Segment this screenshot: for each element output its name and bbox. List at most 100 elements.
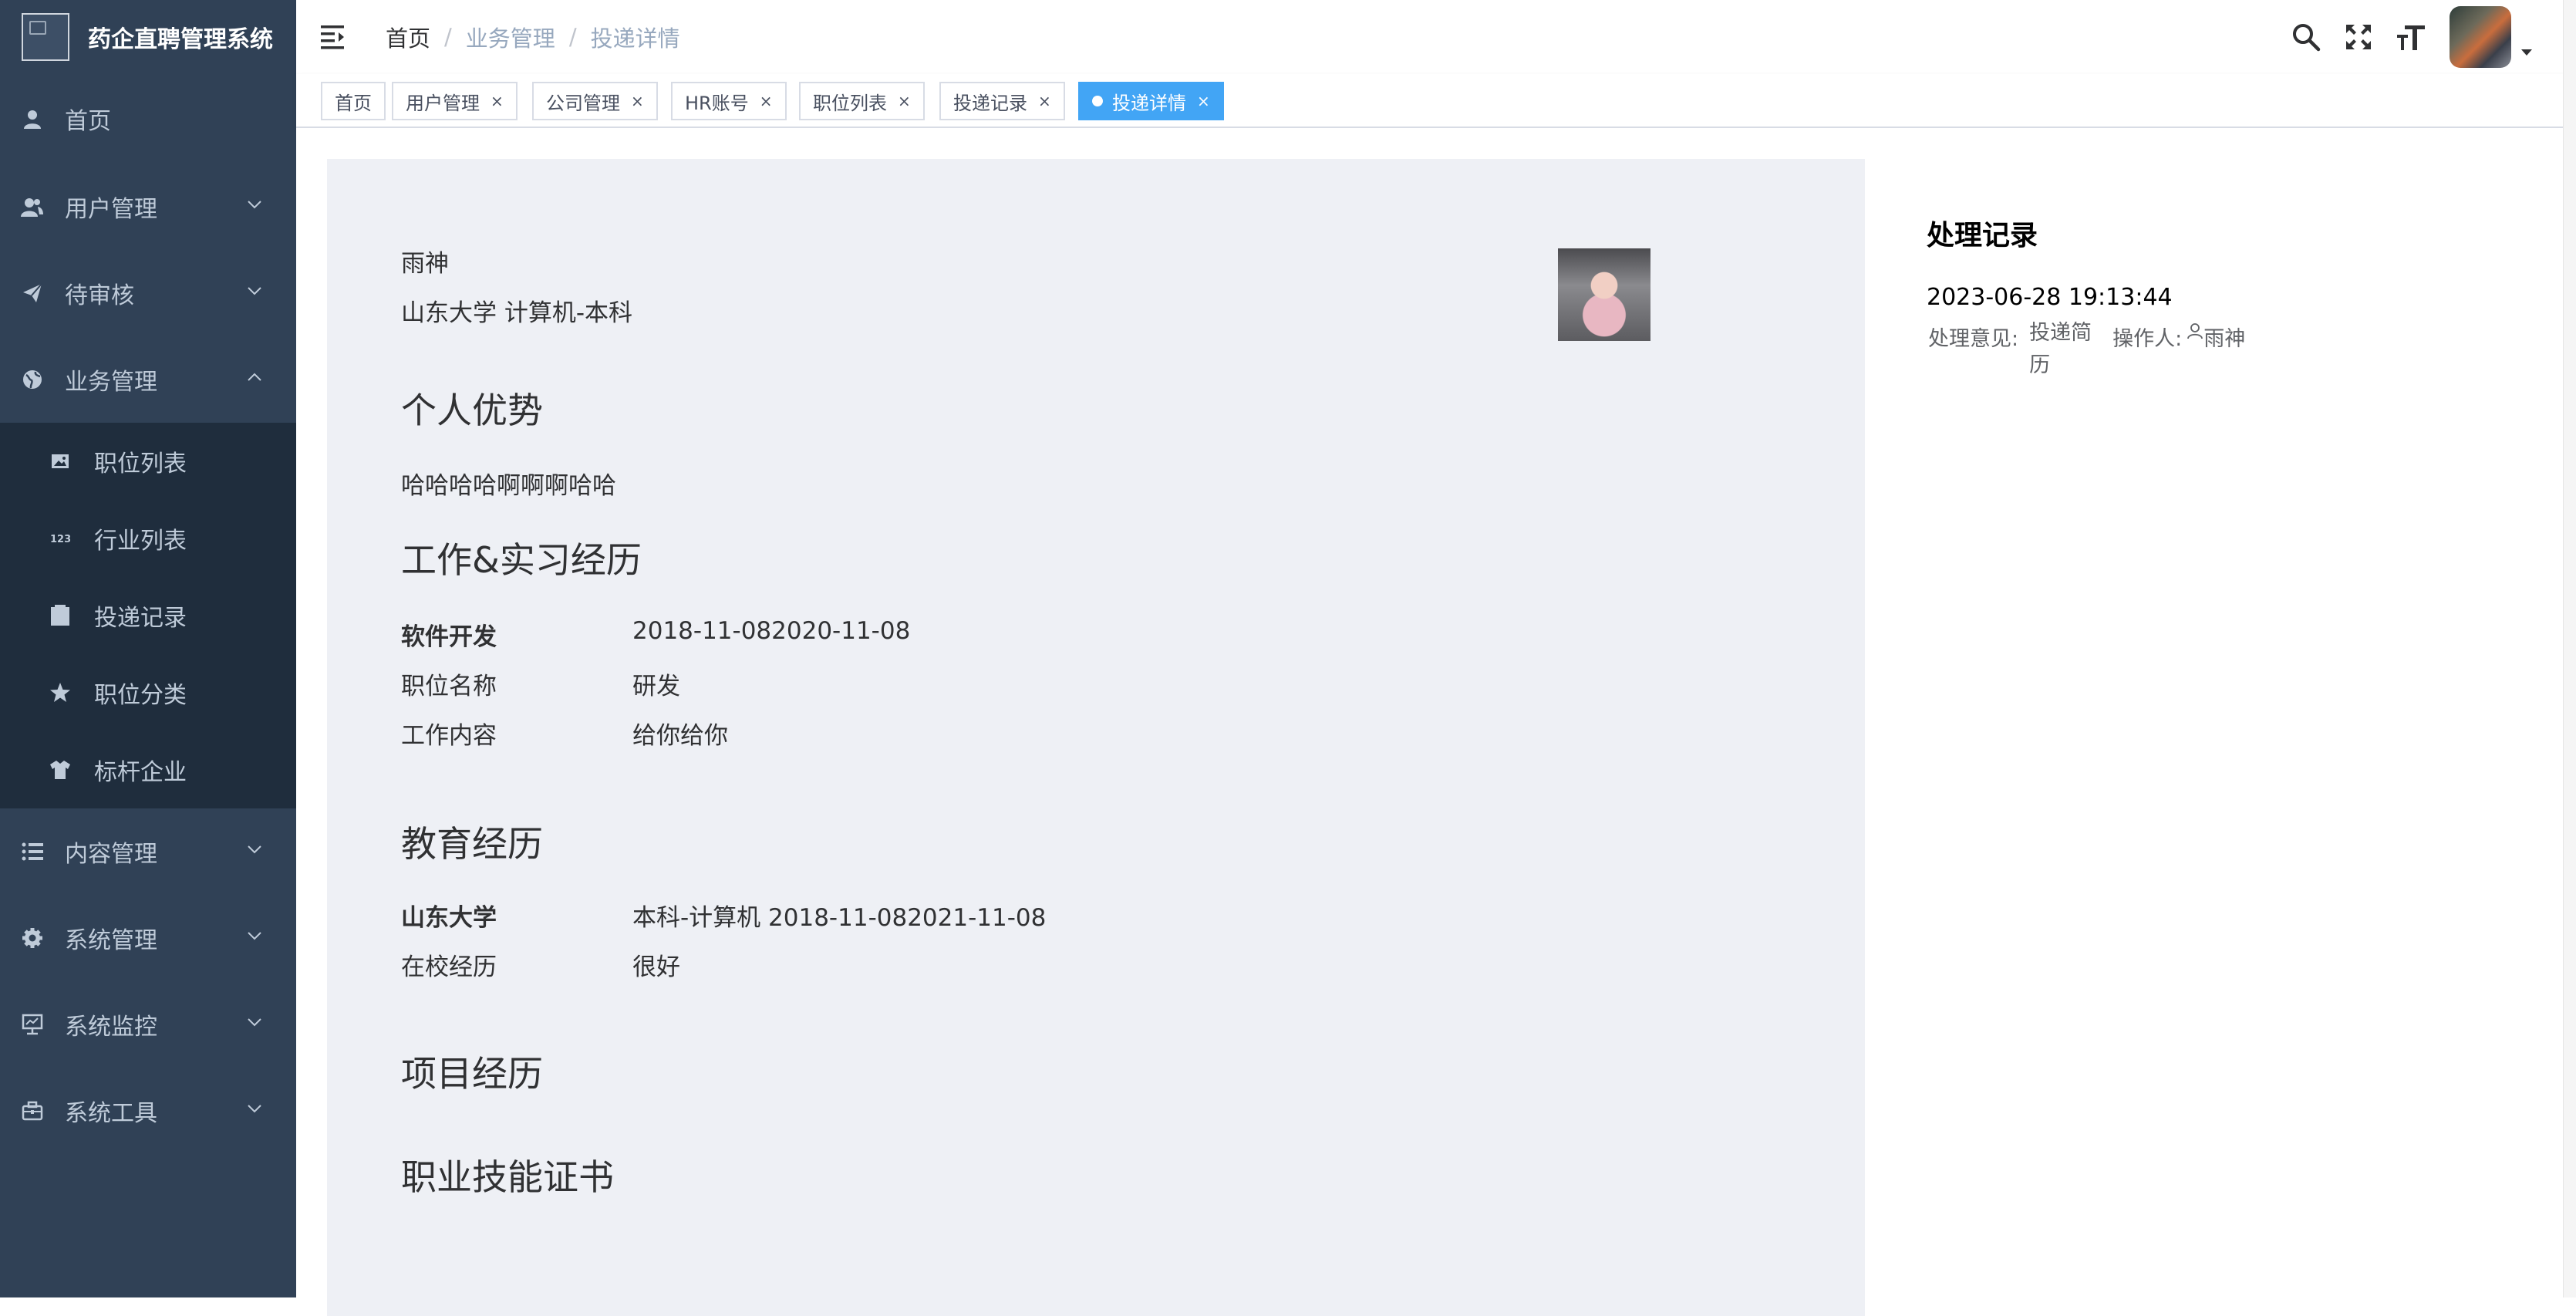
breadcrumb: 首页 / 业务管理 / 投递详情 — [386, 0, 680, 74]
svg-text:123: 123 — [50, 534, 70, 545]
list-icon — [15, 835, 49, 869]
sidebar-item-label: 系统工具 — [65, 1100, 157, 1127]
sidebar-item-label: 职位列表 — [94, 450, 187, 477]
sidebar-item-benchmark-company[interactable]: 标杆企业 — [0, 731, 296, 808]
sidebar-item-home[interactable]: 首页 — [0, 74, 296, 164]
fullscreen-icon[interactable] — [2342, 20, 2375, 54]
tag-home[interactable]: 首页 — [321, 82, 386, 120]
image-icon — [46, 447, 74, 475]
navbar-right — [2271, 0, 2533, 74]
tag-label: 职位列表 — [813, 92, 887, 114]
process-record: 处理记录 2023-06-28 19:13:44 处理意见: 投递简历 操作人:… — [1927, 213, 2281, 382]
breadcrumb-current: 投递详情 — [590, 25, 680, 52]
sidebar-item-job-list[interactable]: 职位列表 — [0, 423, 296, 500]
sidebar-item-pending[interactable]: 待审核 — [0, 250, 296, 336]
sidebar: 药企直聘管理系统 首页 用户管理 待审核 业务管理 职位列表 123 行业列表 … — [0, 0, 296, 1297]
work-content-value: 给你给你 — [632, 722, 728, 750]
clipboard-icon — [46, 602, 74, 629]
close-icon[interactable]: × — [898, 92, 911, 110]
chevron-down-icon — [248, 1105, 261, 1113]
page-scrollbar[interactable] — [2563, 0, 2576, 1297]
sidebar-item-monitor[interactable]: 系统监控 — [0, 981, 296, 1068]
section-certificate-title: 职业技能证书 — [401, 1156, 614, 1198]
record-time: 2023-06-28 19:13:44 — [1927, 284, 2173, 311]
sidebar-item-industry-list[interactable]: 123 行业列表 — [0, 500, 296, 577]
record-row: 处理意见: 投递简历 操作人: 雨神 — [1927, 321, 2281, 382]
record-opinion-value: 投递简历 — [2029, 321, 2092, 377]
sidebar-item-job-category[interactable]: 职位分类 — [0, 654, 296, 731]
sidebar-item-business[interactable]: 业务管理 — [0, 336, 296, 423]
font-size-icon[interactable] — [2394, 20, 2428, 54]
tag-label: 首页 — [335, 92, 372, 114]
sidebar-item-content[interactable]: 内容管理 — [0, 808, 296, 895]
section-advantage-title: 个人优势 — [401, 390, 543, 431]
edu-experience-value: 很好 — [632, 953, 680, 981]
star-icon — [46, 679, 74, 707]
sidebar-item-label: 首页 — [65, 108, 111, 135]
user-avatar[interactable] — [2450, 6, 2511, 68]
tag-hr-account[interactable]: HR账号 × — [671, 82, 787, 120]
sidebar-item-label: 投递记录 — [94, 605, 187, 632]
top-navbar: 首页 / 业务管理 / 投递详情 — [296, 0, 2576, 74]
edu-experience-label: 在校经历 — [401, 953, 497, 981]
sidebar-item-label: 职位分类 — [94, 682, 187, 709]
sidebar-item-label: 系统管理 — [65, 927, 157, 954]
sidebar-item-label: 行业列表 — [94, 528, 187, 555]
chevron-down-icon — [248, 845, 261, 854]
advantage-text: 哈哈哈哈啊啊啊哈哈 — [401, 472, 616, 500]
candidate-school: 山东大学 计算机-本科 — [401, 299, 633, 327]
shirt-icon — [46, 756, 74, 784]
peoples-icon — [15, 190, 49, 224]
chevron-down-icon — [248, 1018, 261, 1027]
globe-icon — [15, 363, 49, 396]
tag-delivery-record[interactable]: 投递记录 × — [939, 82, 1065, 120]
search-icon[interactable] — [2289, 20, 2323, 54]
toolbox-icon — [15, 1094, 49, 1128]
sidebar-item-user-management[interactable]: 用户管理 — [0, 164, 296, 250]
app-title: 药企直聘管理系统 — [88, 26, 273, 53]
edu-school: 山东大学 — [401, 904, 497, 932]
sidebar-item-label: 待审核 — [65, 282, 134, 309]
work-company: 软件开发 — [401, 623, 497, 651]
sidebar-item-system[interactable]: 系统管理 — [0, 895, 296, 981]
tag-label: HR账号 — [685, 92, 749, 114]
tag-company-management[interactable]: 公司管理 × — [532, 82, 658, 120]
breadcrumb-business[interactable]: 业务管理 — [466, 21, 555, 53]
tag-delivery-detail[interactable]: 投递详情 × — [1078, 82, 1224, 120]
section-work-title: 工作&实习经历 — [401, 539, 642, 581]
logo[interactable]: 药企直聘管理系统 — [0, 0, 296, 74]
tag-user-management[interactable]: 用户管理 × — [392, 82, 518, 120]
tag-job-list[interactable]: 职位列表 × — [799, 82, 925, 120]
record-operator-value: 雨神 — [2203, 327, 2246, 351]
number-icon: 123 — [46, 525, 74, 552]
record-title: 处理记录 — [1927, 220, 2038, 251]
monitor-icon — [15, 1007, 49, 1041]
close-icon[interactable]: × — [491, 92, 504, 110]
tag-label: 投递详情 — [1112, 92, 1186, 114]
breadcrumb-separator: / — [568, 24, 577, 50]
sidebar-item-label: 用户管理 — [65, 196, 157, 223]
breadcrumb-home[interactable]: 首页 — [386, 21, 430, 53]
chevron-down-icon — [248, 201, 261, 209]
hamburger-icon[interactable] — [319, 22, 350, 52]
caret-down-icon[interactable] — [2520, 49, 2533, 56]
sidebar-item-label: 标杆企业 — [94, 759, 187, 786]
candidate-photo — [1558, 248, 1650, 341]
tag-label: 投递记录 — [953, 92, 1027, 114]
section-education-title: 教育经历 — [401, 823, 543, 865]
sidebar-item-delivery-record[interactable]: 投递记录 — [0, 577, 296, 654]
sidebar-item-tools[interactable]: 系统工具 — [0, 1068, 296, 1154]
tags-view: 首页 用户管理 × 公司管理 × HR账号 × 职位列表 × 投递记录 × 投递… — [296, 74, 2576, 128]
active-dot — [1092, 96, 1103, 106]
section-project-title: 项目经历 — [401, 1053, 543, 1095]
user-icon — [15, 102, 49, 136]
work-position-value: 研发 — [632, 673, 680, 700]
close-icon[interactable]: × — [760, 92, 773, 110]
chevron-down-icon — [248, 932, 261, 940]
close-icon[interactable]: × — [1197, 92, 1210, 110]
sidebar-item-label: 系统监控 — [65, 1014, 157, 1041]
close-icon[interactable]: × — [1038, 92, 1051, 110]
tag-label: 公司管理 — [546, 92, 620, 114]
close-icon[interactable]: × — [631, 92, 644, 110]
sidebar-item-label: 内容管理 — [65, 841, 157, 868]
